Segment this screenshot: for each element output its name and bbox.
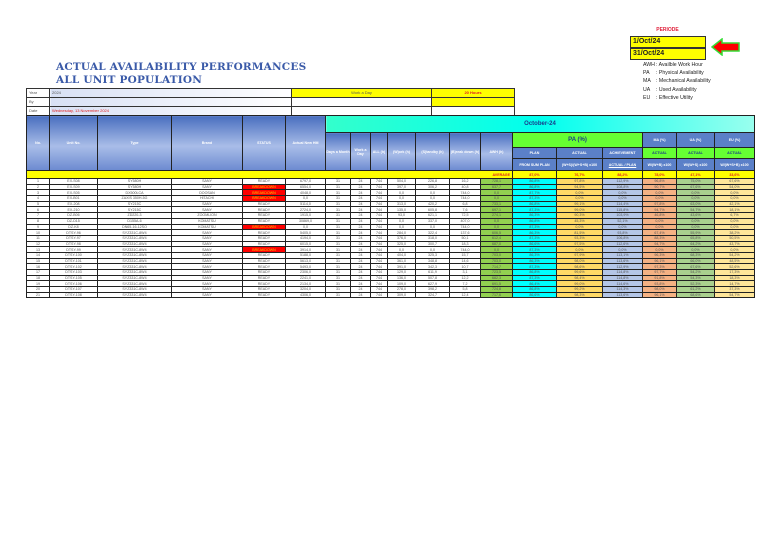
header-all: ALL (h) [370, 132, 388, 171]
header-ma-actual: ACTUAL [642, 147, 677, 159]
legend-key: EU [643, 94, 651, 101]
year-label: Year [26, 88, 50, 98]
header-eu-formula: W/(W+S+B) x100 [714, 158, 755, 171]
avg-eu: 33,6% [714, 170, 755, 179]
work-hours[interactable]: 20 Hours [431, 88, 515, 98]
cell-ma: 96,1% [642, 291, 677, 299]
avg-ma: 78,0% [642, 170, 677, 179]
avg-ua: 47,1% [676, 170, 715, 179]
title-line-1: ACTUAL AVAILABILITY PERFORMANCES [56, 61, 307, 73]
legend-item: EU : Effective Utility [643, 94, 711, 102]
cell-workday: 24 [350, 291, 371, 299]
work-day-label: Work a Day [291, 88, 432, 98]
by-label: By [26, 97, 50, 107]
cell-hm: 4306,0 [285, 291, 326, 299]
cell-plan: 86,6% [512, 291, 557, 299]
cell-awh: 717,6 [480, 291, 513, 299]
header-achievement: ACHIEVEMENT [602, 147, 643, 159]
legend-item: PA : Physical Availability [643, 69, 711, 77]
legend-value: : Availble Work Hour [656, 62, 703, 68]
legend-key: PA [643, 70, 650, 77]
periode-start[interactable]: 1/Oct/24 [630, 36, 706, 48]
cell-unit: DTSY-108 [49, 291, 98, 299]
header-work: (W)ork (h) [387, 132, 416, 171]
legend-value: : Effective Utility [656, 94, 693, 101]
legend-item: AWH: Availble Work Hour [643, 61, 711, 69]
header-month: October-24 [325, 115, 755, 133]
header-days: Days a Month [325, 132, 351, 171]
table-body: 1 EX-S08 SY580H SANY READY 6797,0 31 24 744 504,0… [26, 178, 755, 299]
header-awh: AWH (h) [480, 132, 513, 171]
header-type: Type [97, 115, 172, 171]
header-unit: Unit No. [49, 115, 98, 171]
legend-item: UA : Used Availability [643, 86, 711, 94]
cell-status: READY [242, 291, 286, 299]
header-workday: Work a Day [350, 132, 371, 171]
header-ma-formula: W/(W+B) x100 [642, 158, 677, 171]
blank-cell [431, 97, 515, 107]
page-title: ACTUAL AVAILABILITY PERFORMANCES ALL UNI… [56, 61, 306, 87]
cell-ua: 68,6% [676, 291, 715, 299]
cell-achievement: 113,6% [602, 291, 643, 299]
title-line-2: ALL UNIT POPULATION [56, 74, 203, 86]
header-ma: MA (%) [642, 132, 677, 148]
header-status: STATUS [242, 115, 286, 171]
header-ua: UA (%) [676, 132, 715, 148]
header-no: No. [26, 115, 50, 171]
legend-key: AWH [643, 62, 655, 68]
cell-days: 31 [325, 291, 351, 299]
avg-achievement: 88,2% [602, 170, 643, 179]
legend-key: UA [643, 86, 651, 93]
cell-actual: 98,3% [556, 291, 603, 299]
header-ua-actual: ACTUAL [676, 147, 715, 159]
cell-no: 21 [26, 291, 50, 299]
header-brand: Brand [171, 115, 243, 171]
table-row[interactable]: 21 DTSY-108 SYZ331C-8W4 SANY READY 4306,0 31 24… [26, 291, 755, 299]
header-pa: PA (%) [512, 132, 643, 148]
by-value[interactable] [49, 97, 292, 107]
avg-actual: 76,7% [556, 170, 603, 179]
header-ua-formula: W/(W+S) x100 [676, 158, 715, 171]
cell-type: SYZ331C-8W4 [97, 291, 172, 299]
header-ach-formula: ACTUAL / PLAN [602, 158, 643, 171]
availability-table: No. Unit No. Type Brand STATUS Actual Ne… [26, 115, 755, 299]
header-breakdown: (B)reak down (h) [449, 132, 481, 171]
periode-label: PERIODE [656, 27, 679, 33]
legend-value: : Used Availability [656, 86, 697, 93]
legend-value: : Mechanical Availability [656, 78, 711, 85]
header-standby: (S)tandby (h) [415, 132, 450, 171]
cell-brand: SANY [171, 291, 243, 299]
header-from-plan: FROM SUM PLAN [512, 158, 557, 171]
year-value[interactable]: 2024 [49, 88, 292, 98]
cell-standby: 324,7 [415, 291, 450, 299]
average-label: AVERAGE [26, 170, 513, 179]
cell-breakdown: 12,4 [449, 291, 481, 299]
header-hm: Actual New HM [285, 115, 326, 171]
header-plan: PLAN [512, 147, 557, 159]
abbreviation-legend: AWH: Availble Work Hour PA: Physical Avai… [643, 61, 711, 102]
blank-cell [291, 97, 432, 107]
header-eu-actual: ACTUAL [714, 147, 755, 159]
info-table: Year 2024 Work a Day 20 Hours By Date Wednes… [26, 88, 515, 116]
header-pa-formula: (W+S)/(W+S+B) x100 [556, 158, 603, 171]
avg-plan: 87,0% [512, 170, 557, 179]
cell-eu: 54,7% [714, 291, 755, 299]
header-eu: EU (%) [714, 132, 755, 148]
cell-work: 309,0 [387, 291, 416, 299]
legend-item: MA : Mechanical Availability [643, 77, 711, 85]
header-actual: ACTUAL [556, 147, 603, 159]
periode-end[interactable]: 31/Oct/24 [630, 48, 706, 60]
cell-all: 744 [370, 291, 388, 299]
legend-value: : Physical Availability [656, 70, 704, 77]
legend-key: MA [643, 78, 651, 85]
arrow-left-icon [711, 38, 740, 56]
